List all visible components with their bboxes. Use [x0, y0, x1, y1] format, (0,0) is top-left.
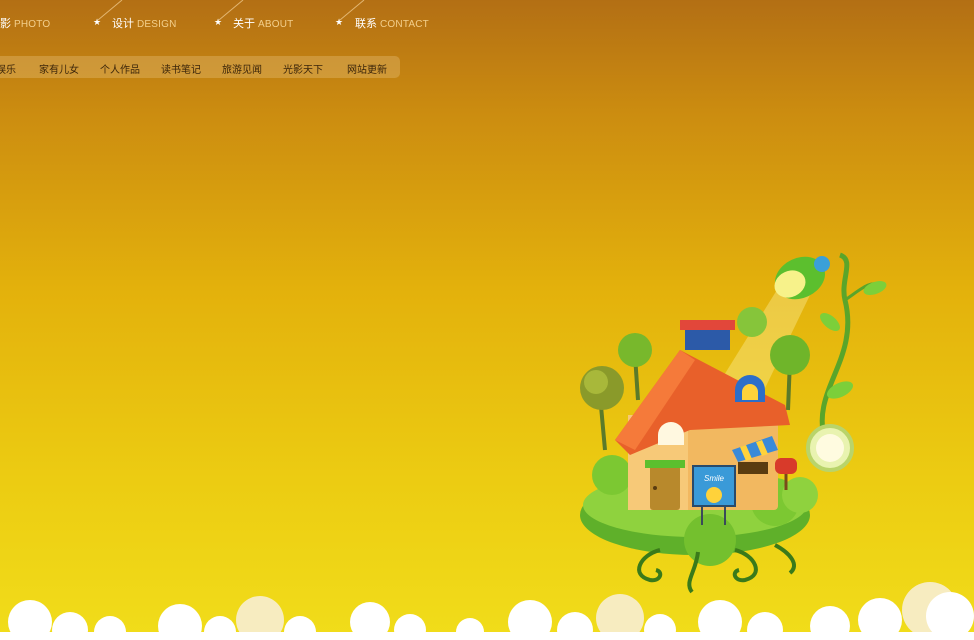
nav-label-en: DESIGN — [137, 19, 177, 30]
top-navigation: ★ ★ ★ 摄影PHOTO 设计DESIGN 关于ABOUT 联系CONTACT — [0, 0, 460, 46]
cartoon-house-illustration: Smile — [580, 252, 887, 594]
svg-text:★: ★ — [93, 18, 101, 26]
nav-label-cn: 关于 — [233, 17, 255, 30]
subnav-item[interactable]: 旅游见闻 — [222, 61, 262, 76]
subnav-item[interactable]: 网站更新 — [347, 61, 387, 76]
sub-navigation-bar: 娱乐 家有儿女 个人作品 读书笔记 旅游见闻 光影天下 网站更新 — [0, 56, 400, 78]
sign-text: Smile — [704, 474, 725, 483]
subnav-item[interactable]: 娱乐 — [0, 61, 16, 76]
clouds-decoration — [0, 582, 974, 640]
svg-text:★: ★ — [335, 18, 343, 26]
nav-about[interactable]: 关于 ABOUT — [233, 15, 293, 31]
subnav-item[interactable]: 个人作品 — [100, 61, 140, 76]
nav-photo[interactable]: 摄影PHOTO — [0, 15, 50, 31]
nav-design[interactable]: 设计 DESIGN — [112, 15, 177, 31]
nav-contact[interactable]: 联系 CONTACT — [355, 15, 429, 31]
subnav-item[interactable]: 光影天下 — [283, 61, 323, 76]
nav-label-cn: 联系 — [355, 17, 377, 30]
nav-label-cn: 设计 — [112, 17, 134, 30]
svg-text:★: ★ — [214, 18, 222, 26]
nav-label-en: CONTACT — [380, 19, 429, 30]
subnav-item[interactable]: 家有儿女 — [39, 61, 79, 76]
nav-label-en: PHOTO — [14, 19, 51, 30]
subnav-item[interactable]: 读书笔记 — [161, 61, 201, 76]
nav-label-cn: 摄影 — [0, 17, 11, 30]
nav-label-en: ABOUT — [258, 19, 294, 30]
